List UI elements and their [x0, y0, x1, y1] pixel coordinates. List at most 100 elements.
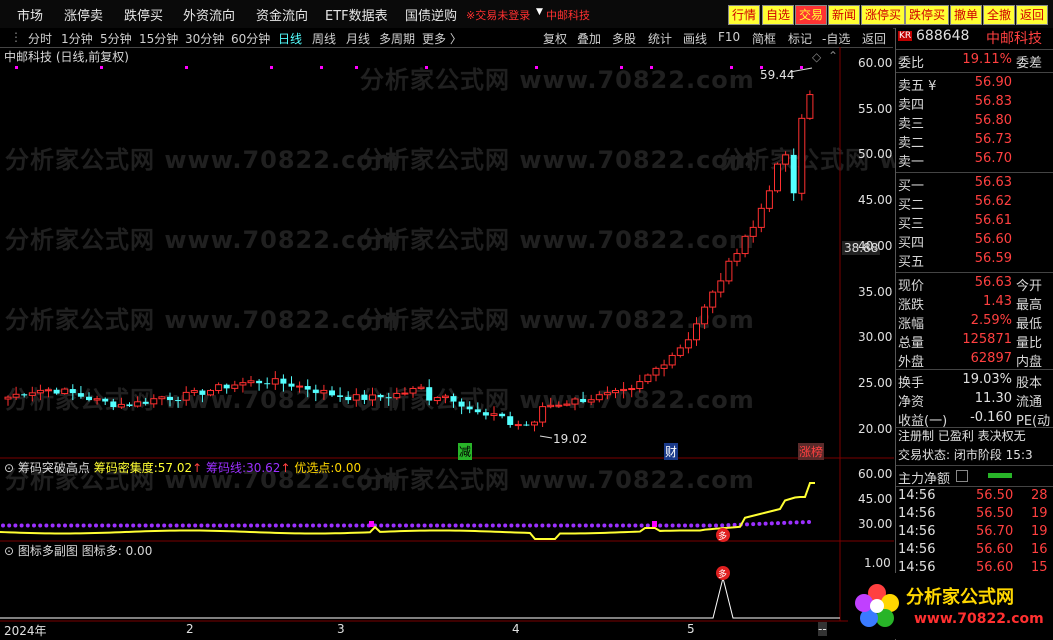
tool-stats[interactable]: 统计	[648, 30, 672, 47]
tool-watchlist[interactable]: -自选	[822, 30, 850, 47]
btn-return[interactable]: 返回	[1016, 5, 1049, 25]
main-y-tick: 50.00	[858, 147, 893, 162]
ask-row[interactable]: 卖一 56.70	[896, 151, 1053, 170]
list-icon[interactable]	[956, 470, 968, 482]
period-more[interactable]: 更多 〉	[422, 30, 462, 47]
candle-body-down	[86, 396, 92, 401]
quote-right-label: 今开	[1016, 279, 1043, 294]
period-60min[interactable]: 60分钟	[231, 30, 270, 47]
scroll-up-icon[interactable]: ⌃	[828, 49, 838, 63]
indicator2-toggle-icon[interactable]: ⊙	[4, 544, 14, 558]
ask-row[interactable]: 卖五 ¥ 56.90	[896, 75, 1053, 94]
bid-label: 买一	[898, 179, 925, 194]
period-daily[interactable]: 日线	[278, 30, 302, 47]
chip-line-dot	[205, 523, 210, 528]
tool-simple-frame[interactable]: 简框	[752, 30, 776, 47]
signal-dot	[185, 66, 188, 69]
btn-limit-down-buy[interactable]: 跌停买	[905, 5, 950, 25]
candle-body-up	[369, 394, 376, 401]
candle-body-down	[507, 416, 514, 425]
quote-right-label: 最高	[1016, 298, 1043, 313]
btn-news[interactable]: 新闻	[828, 5, 861, 25]
dropdown-arrow-icon[interactable]: ▼	[536, 7, 543, 17]
signal-dot	[535, 66, 538, 69]
candle-body-up	[134, 401, 142, 407]
bid-row[interactable]: 买三 56.61	[896, 213, 1053, 232]
ask-row[interactable]: 卖四 56.83	[896, 94, 1053, 113]
login-warning[interactable]: ※交易未登录	[466, 7, 530, 23]
menu-capital-flow[interactable]: 资金流向	[256, 5, 308, 24]
chip-line-dot	[187, 523, 191, 528]
candle-body-up	[555, 404, 563, 407]
period-30min[interactable]: 30分钟	[185, 30, 224, 47]
chip-line-dot	[521, 523, 526, 528]
marker-limit-list[interactable]: 涨榜	[798, 443, 825, 460]
chip-line-dot	[342, 523, 346, 528]
chip-line-dot	[422, 523, 427, 528]
btn-cancel-all[interactable]: 全撤	[983, 5, 1016, 25]
tool-return[interactable]: 返回	[862, 30, 886, 47]
candle-body-down	[345, 396, 352, 401]
period-weekly[interactable]: 周线	[312, 30, 336, 47]
menu-etf-table[interactable]: ETF数据表	[325, 5, 388, 24]
stat-value: 11.30	[974, 391, 1012, 406]
menu-repo[interactable]: 国债逆购	[405, 5, 457, 24]
ask-row[interactable]: 卖三 56.80	[896, 113, 1053, 132]
tool-mark[interactable]: 标记	[788, 30, 812, 47]
chip-line-dot	[32, 523, 36, 528]
ask-row[interactable]: 卖二 56.73	[896, 132, 1053, 151]
menu-limit-down-buy[interactable]: 跌停买	[124, 5, 163, 24]
period-multi[interactable]: 多周期	[379, 30, 415, 47]
low-price-label: 19.02	[553, 432, 588, 446]
bid-row[interactable]: 买一 56.63	[896, 175, 1053, 194]
quote-value: 2.59%	[970, 313, 1012, 328]
menu-foreign-flow[interactable]: 外资流向	[183, 5, 235, 24]
candle-body-down	[223, 384, 230, 389]
bid-label: 买三	[898, 217, 925, 232]
candle-body-up	[531, 421, 538, 426]
bid-row[interactable]: 买二 56.62	[896, 194, 1053, 213]
candle-body-up	[563, 403, 571, 406]
tool-draw[interactable]: 画线	[683, 30, 707, 47]
density-line	[0, 482, 815, 540]
candle-body-up	[409, 387, 417, 394]
period-timeshare[interactable]: 分时	[28, 30, 52, 47]
candle-body-down	[256, 380, 263, 384]
net-flow-bar	[988, 473, 1012, 478]
period-monthly[interactable]: 月线	[346, 30, 370, 47]
x-axis-scroll-button[interactable]: --	[818, 622, 827, 636]
stock-tab[interactable]: 中邮科技	[546, 7, 590, 23]
candle-body-down	[280, 378, 287, 384]
candle-body-up	[652, 367, 660, 376]
bid-row[interactable]: 买四 56.60	[896, 232, 1053, 251]
candle-body-up	[693, 323, 700, 341]
indicator1-pick-value: 0.00	[334, 461, 362, 475]
candle-body-up	[782, 154, 790, 165]
chip-line-dot	[137, 523, 142, 528]
candle-body-up	[612, 389, 619, 394]
btn-quote[interactable]: 行情	[728, 5, 761, 25]
btn-trade[interactable]: 交易	[795, 5, 828, 25]
tool-multi-stock[interactable]: 多股	[612, 30, 636, 47]
period-15min[interactable]: 15分钟	[139, 30, 178, 47]
indicator1-toggle-icon[interactable]: ⊙	[4, 461, 14, 475]
marker-reduce[interactable]: 减	[458, 443, 473, 460]
period-5min[interactable]: 5分钟	[100, 30, 132, 47]
indicator1-chip-label: 筹码线:	[206, 461, 247, 475]
btn-watchlist[interactable]: 自选	[762, 5, 795, 25]
bid-row[interactable]: 买五 56.59	[896, 251, 1053, 270]
tool-adjust[interactable]: 复权	[543, 30, 567, 47]
menu-limit-up-sell[interactable]: 涨停卖	[64, 5, 103, 24]
tool-f10[interactable]: F10	[718, 30, 740, 44]
btn-cancel-order[interactable]: 撤单	[950, 5, 983, 25]
menu-market[interactable]: 市场	[17, 5, 43, 24]
candle-body-up	[4, 396, 12, 400]
diamond-icon[interactable]: ◇	[812, 50, 821, 64]
marker-finance[interactable]: 财	[664, 443, 679, 460]
flower-logo-icon	[855, 584, 899, 627]
x-axis-month: 5	[687, 622, 695, 636]
period-1min[interactable]: 1分钟	[61, 30, 93, 47]
chip-line-dot	[497, 523, 501, 528]
btn-limit-up-buy[interactable]: 涨停买	[861, 5, 906, 25]
tool-overlay[interactable]: 叠加	[577, 30, 601, 47]
